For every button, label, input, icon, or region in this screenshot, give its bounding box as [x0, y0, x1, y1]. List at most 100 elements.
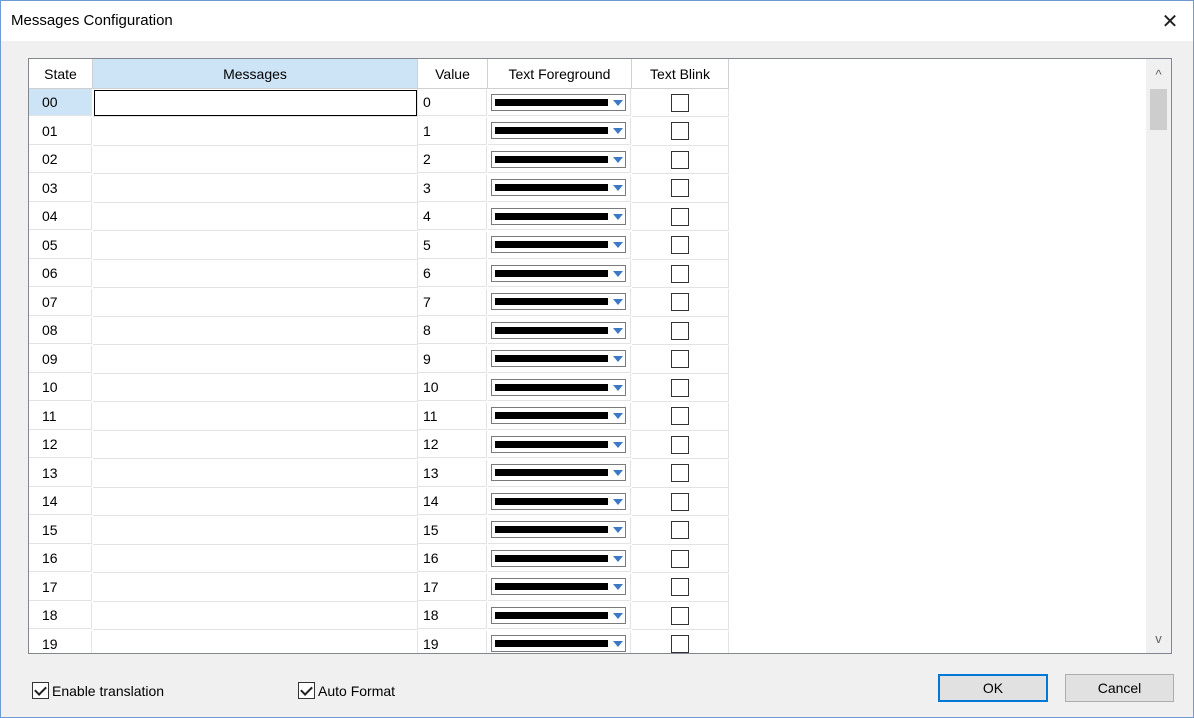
state-cell[interactable]: 18: [29, 602, 92, 629]
column-header-text-blink[interactable]: Text Blink: [632, 59, 729, 89]
color-dropdown[interactable]: [491, 378, 626, 396]
state-cell[interactable]: 06: [29, 260, 92, 287]
text-blink-checkbox[interactable]: [671, 635, 689, 653]
state-cell[interactable]: 00: [29, 89, 92, 116]
message-cell[interactable]: [93, 545, 418, 573]
table-row[interactable]: 09 9: [29, 345, 729, 374]
state-cell[interactable]: 12: [29, 431, 92, 458]
message-cell[interactable]: [93, 260, 418, 288]
color-dropdown[interactable]: [491, 236, 626, 253]
table-row[interactable]: 11 11: [29, 402, 729, 431]
message-cell[interactable]: [93, 146, 418, 174]
value-cell[interactable]: 12: [418, 431, 487, 458]
value-cell[interactable]: 11: [418, 402, 487, 430]
table-row[interactable]: 17 17: [29, 573, 729, 602]
value-cell[interactable]: 13: [418, 459, 487, 487]
value-cell[interactable]: 9: [418, 345, 487, 373]
text-blink-checkbox[interactable]: [671, 549, 689, 568]
color-dropdown[interactable]: [491, 407, 626, 424]
value-cell[interactable]: 0: [418, 89, 487, 116]
column-header-text-foreground[interactable]: Text Foreground: [488, 59, 632, 89]
text-blink-checkbox[interactable]: [671, 207, 689, 226]
message-cell[interactable]: [93, 203, 418, 231]
table-row[interactable]: 03 3: [29, 174, 729, 203]
state-cell[interactable]: 02: [29, 146, 92, 173]
color-dropdown[interactable]: [491, 521, 626, 538]
text-blink-checkbox[interactable]: [671, 293, 689, 311]
auto-format-checkbox[interactable]: [298, 682, 315, 699]
value-cell[interactable]: 15: [418, 516, 487, 544]
state-cell[interactable]: 10: [29, 374, 92, 401]
scroll-down-button[interactable]: v: [1146, 627, 1171, 649]
table-row[interactable]: 16 16: [29, 545, 729, 573]
text-blink-checkbox[interactable]: [671, 122, 689, 140]
color-dropdown[interactable]: [491, 321, 626, 339]
state-cell[interactable]: 14: [29, 488, 92, 515]
scroll-up-button[interactable]: ^: [1146, 63, 1171, 85]
value-cell[interactable]: 8: [418, 317, 487, 344]
text-blink-checkbox[interactable]: [671, 179, 689, 197]
column-header-messages[interactable]: Messages: [93, 59, 418, 89]
color-dropdown[interactable]: [491, 293, 626, 310]
color-dropdown[interactable]: [491, 492, 626, 510]
text-blink-checkbox[interactable]: [671, 321, 689, 340]
enable-translation-label[interactable]: Enable translation: [52, 683, 164, 699]
message-cell[interactable]: [93, 117, 418, 146]
value-cell[interactable]: 2: [418, 146, 487, 173]
enable-translation-checkbox[interactable]: [32, 682, 49, 699]
state-cell[interactable]: 05: [29, 231, 92, 259]
text-blink-checkbox[interactable]: [671, 93, 689, 112]
text-blink-checkbox[interactable]: [671, 236, 689, 254]
text-blink-checkbox[interactable]: [671, 578, 689, 596]
state-cell[interactable]: 07: [29, 288, 92, 316]
text-blink-checkbox[interactable]: [671, 378, 689, 397]
text-blink-checkbox[interactable]: [671, 521, 689, 539]
value-cell[interactable]: 4: [418, 203, 487, 230]
text-blink-checkbox[interactable]: [671, 606, 689, 625]
state-cell[interactable]: 13: [29, 459, 92, 487]
text-blink-checkbox[interactable]: [671, 264, 689, 283]
table-row[interactable]: 07 7: [29, 288, 729, 317]
color-dropdown[interactable]: [491, 150, 626, 168]
table-row[interactable]: 19 19: [29, 630, 729, 653]
table-row[interactable]: 18 18: [29, 602, 729, 630]
close-button[interactable]: ✕: [1147, 1, 1193, 41]
state-cell[interactable]: 19: [29, 630, 92, 653]
scroll-thumb[interactable]: [1150, 89, 1167, 130]
message-cell[interactable]: [93, 374, 418, 402]
auto-format-option[interactable]: Auto Format: [298, 682, 395, 699]
value-cell[interactable]: 5: [418, 231, 487, 259]
color-dropdown[interactable]: [491, 464, 626, 481]
message-cell[interactable]: [93, 231, 418, 260]
state-cell[interactable]: 04: [29, 203, 92, 230]
table-row[interactable]: 10 10: [29, 374, 729, 402]
state-cell[interactable]: 08: [29, 317, 92, 344]
color-dropdown[interactable]: [491, 549, 626, 567]
color-dropdown[interactable]: [491, 435, 626, 453]
color-dropdown[interactable]: [491, 606, 626, 624]
message-cell[interactable]: [93, 573, 418, 602]
value-cell[interactable]: 19: [418, 630, 487, 653]
state-cell[interactable]: 01: [29, 117, 92, 145]
state-cell[interactable]: 03: [29, 174, 92, 202]
value-cell[interactable]: 18: [418, 602, 487, 629]
table-row[interactable]: 04 4: [29, 203, 729, 231]
table-row[interactable]: 05 5: [29, 231, 729, 260]
value-cell[interactable]: 10: [418, 374, 487, 401]
message-cell[interactable]: [93, 459, 418, 488]
state-cell[interactable]: 09: [29, 345, 92, 373]
color-dropdown[interactable]: [491, 207, 626, 225]
value-cell[interactable]: 1: [418, 117, 487, 145]
message-cell[interactable]: [93, 630, 418, 653]
enable-translation-option[interactable]: Enable translation: [32, 682, 164, 699]
value-cell[interactable]: 6: [418, 260, 487, 287]
table-row[interactable]: 13 13: [29, 459, 729, 488]
state-cell[interactable]: 15: [29, 516, 92, 544]
table-row[interactable]: 02 2: [29, 146, 729, 174]
text-blink-checkbox[interactable]: [671, 435, 689, 454]
text-blink-checkbox[interactable]: [671, 150, 689, 169]
vertical-scrollbar[interactable]: ^ v: [1146, 59, 1171, 653]
message-cell[interactable]: [93, 317, 418, 345]
color-dropdown[interactable]: [491, 578, 626, 595]
table-row[interactable]: 14 14: [29, 488, 729, 516]
